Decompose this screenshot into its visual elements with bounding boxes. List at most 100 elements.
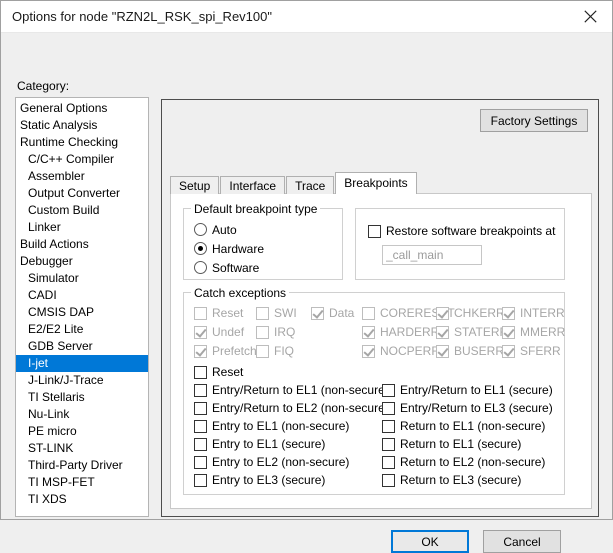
title-bar: Options for node "RZN2L_RSK_spi_Rev100" xyxy=(1,1,612,33)
exception-level-left-checkbox[interactable]: Entry to EL1 (secure) xyxy=(194,436,325,452)
category-item[interactable]: Assembler xyxy=(16,168,148,185)
cancel-button[interactable]: Cancel xyxy=(483,530,561,553)
category-item[interactable]: Custom Build xyxy=(16,202,148,219)
restore-breakpoints-label: Restore software breakpoints at xyxy=(386,224,556,238)
checkbox-box xyxy=(436,306,449,320)
exception-level-right-checkbox[interactable]: Entry/Return to EL3 (secure) xyxy=(382,400,553,416)
category-list[interactable]: General Options Static Analysis Runtime Ch… xyxy=(15,97,149,517)
checkbox-box xyxy=(194,419,207,433)
checkbox-box xyxy=(194,455,207,469)
category-item[interactable]: GDB Server xyxy=(16,338,148,355)
category-item[interactable]: TI XDS xyxy=(16,491,148,508)
checkbox-box xyxy=(502,306,515,320)
restore-breakpoints-address-input[interactable] xyxy=(382,245,482,265)
checkbox-box xyxy=(194,325,207,339)
exception-checkbox-buserr: BUSERR xyxy=(436,343,504,359)
ok-button[interactable]: OK xyxy=(391,530,469,553)
checkbox-box xyxy=(194,383,207,397)
restore-breakpoints-group: Restore software breakpoints at xyxy=(355,208,565,280)
category-item[interactable]: Output Converter xyxy=(16,185,148,202)
exception-checkbox-reset: Reset xyxy=(194,305,243,321)
checkbox-box xyxy=(382,419,395,433)
radio-label: Hardware xyxy=(212,241,265,256)
exception-level-left-checkbox[interactable]: Entry/Return to EL2 (non-secure) xyxy=(194,400,389,416)
category-item[interactable]: I-jet xyxy=(16,355,148,372)
checkbox-label: Reset xyxy=(212,306,244,320)
checkbox-label: MMERR xyxy=(520,325,566,339)
exception-checkbox-data: Data xyxy=(311,305,354,321)
restore-breakpoints-checkbox[interactable]: Restore software breakpoints at xyxy=(368,223,555,239)
checkbox-box xyxy=(194,437,207,451)
checkbox-box xyxy=(382,401,395,415)
checkbox-label: INTERR xyxy=(520,306,565,320)
category-item[interactable]: TI Stellaris xyxy=(16,389,148,406)
checkbox-label: HARDERR xyxy=(380,325,440,339)
category-item[interactable]: Nu-Link xyxy=(16,406,148,423)
exception-checkbox-mmerr: MMERR xyxy=(502,324,565,340)
exception-checkbox-sferr: SFERR xyxy=(502,343,561,359)
checkbox-box xyxy=(311,306,324,320)
exception-checkbox-prefetch: Prefetch xyxy=(194,343,257,359)
checkbox-label: Entry/Return to EL2 (non-secure) xyxy=(212,401,389,415)
category-item[interactable]: TI MSP-FET xyxy=(16,474,148,491)
exception-level-right-checkbox[interactable]: Return to EL2 (non-secure) xyxy=(382,454,545,470)
category-item[interactable]: C/C++ Compiler xyxy=(16,151,148,168)
radio-hardware[interactable]: Hardware xyxy=(194,240,264,257)
category-item[interactable]: Linker xyxy=(16,219,148,236)
exception-checkbox-fiq: FIQ xyxy=(256,343,294,359)
radio-label: Auto xyxy=(212,222,237,237)
tab-setup[interactable]: Setup xyxy=(170,176,220,194)
exception-level-right-checkbox[interactable]: Return to EL1 (secure) xyxy=(382,436,521,452)
exception-level-left-checkbox[interactable]: Entry to EL2 (non-secure) xyxy=(194,454,349,470)
category-item[interactable]: PE micro xyxy=(16,423,148,440)
radio-auto[interactable]: Auto xyxy=(194,221,237,238)
checkbox-label: Entry/Return to EL3 (secure) xyxy=(400,401,553,415)
checkbox-box xyxy=(362,306,375,320)
checkbox-label: Prefetch xyxy=(212,344,257,358)
category-item[interactable]: Debugger xyxy=(16,253,148,270)
category-item[interactable]: CMSIS DAP xyxy=(16,304,148,321)
category-item[interactable]: Simulator xyxy=(16,270,148,287)
exception-checkbox-nocperr: NOCPERR xyxy=(362,343,440,359)
radio-software[interactable]: Software xyxy=(194,259,259,276)
checkbox-box xyxy=(436,344,449,358)
checkbox-label: Return to EL3 (secure) xyxy=(400,473,522,487)
close-icon[interactable] xyxy=(568,1,612,32)
tab-breakpoints[interactable]: Breakpoints xyxy=(335,172,417,194)
tab-strip[interactable]: Setup Interface Trace Breakpoints xyxy=(170,172,592,194)
exception-level-left-checkbox[interactable]: Entry to EL1 (non-secure) xyxy=(194,418,349,434)
checkbox-box xyxy=(194,365,207,379)
checkbox-label: Reset xyxy=(212,365,244,379)
checkbox-box xyxy=(194,401,207,415)
exception-level-left-checkbox[interactable]: Entry to EL3 (secure) xyxy=(194,472,325,488)
category-item[interactable]: CADI xyxy=(16,287,148,304)
options-dialog: Options for node "RZN2L_RSK_spi_Rev100" … xyxy=(0,0,613,553)
radio-indicator xyxy=(194,261,207,274)
category-item[interactable]: E2/E2 Lite xyxy=(16,321,148,338)
checkbox-label: FIQ xyxy=(274,344,294,358)
exception-level-right-checkbox[interactable]: Entry/Return to EL1 (secure) xyxy=(382,382,553,398)
exception-level-right-checkbox[interactable]: Return to EL3 (secure) xyxy=(382,472,521,488)
catch-exceptions-title: Catch exceptions xyxy=(191,286,290,300)
radio-label: Software xyxy=(212,260,260,275)
checkbox-label: Entry/Return to EL1 (secure) xyxy=(400,383,553,397)
tab-interface[interactable]: Interface xyxy=(220,176,286,194)
category-item[interactable]: Static Analysis xyxy=(16,117,148,134)
checkbox-label: Data xyxy=(329,306,355,320)
exception-level-right-checkbox[interactable]: Return to EL1 (non-secure) xyxy=(382,418,545,434)
category-item[interactable]: Build Actions xyxy=(16,236,148,253)
checkbox-box xyxy=(382,473,395,487)
settings-panel: Factory Settings Setup Interface Trace Brea… xyxy=(161,99,599,517)
category-item[interactable]: J-Link/J-Trace xyxy=(16,372,148,389)
factory-settings-button[interactable]: Factory Settings xyxy=(480,109,588,132)
checkbox-label: Return to EL1 (non-secure) xyxy=(400,419,546,433)
category-item[interactable]: ST-LINK xyxy=(16,440,148,457)
exception-reset-checkbox[interactable]: Reset xyxy=(194,364,243,380)
category-item[interactable]: General Options xyxy=(16,100,148,117)
checkbox-label: Entry to EL3 (secure) xyxy=(212,473,326,487)
tab-trace[interactable]: Trace xyxy=(286,176,335,194)
category-item[interactable]: Runtime Checking xyxy=(16,134,148,151)
category-item[interactable]: Third-Party Driver xyxy=(16,457,148,474)
exception-level-left-checkbox[interactable]: Entry/Return to EL1 (non-secure) xyxy=(194,382,389,398)
checkbox-box xyxy=(382,383,395,397)
